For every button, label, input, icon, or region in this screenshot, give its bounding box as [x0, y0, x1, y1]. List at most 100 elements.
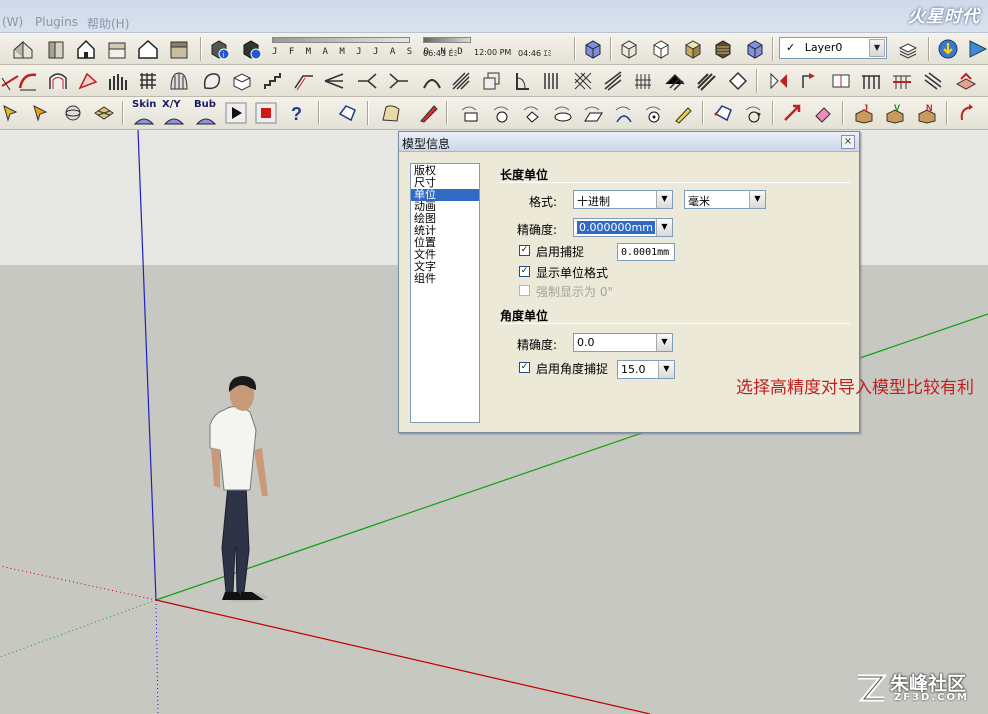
- enable-snap-checkbox[interactable]: ✓: [519, 245, 530, 256]
- orange-pointer-icon[interactable]: [30, 102, 52, 124]
- outline-shape-icon[interactable]: [336, 102, 358, 124]
- extrude-face-icon[interactable]: [480, 70, 502, 92]
- play-share-icon[interactable]: [966, 38, 988, 60]
- force-inches-checkbox[interactable]: [519, 285, 530, 296]
- slanted-lines-icon[interactable]: [922, 70, 944, 92]
- columns-tool-icon[interactable]: [107, 70, 129, 92]
- model-info-icon[interactable]: i: [208, 38, 230, 60]
- sphere-icon[interactable]: [62, 102, 84, 124]
- refresh-face-icon[interactable]: [743, 102, 765, 124]
- window-frame-icon[interactable]: [830, 70, 852, 92]
- rect-from-face-icon[interactable]: [459, 102, 481, 124]
- fan-lines-icon[interactable]: [323, 70, 345, 92]
- menu-item-window[interactable]: (W): [2, 15, 23, 29]
- entity-info-icon[interactable]: [240, 38, 262, 60]
- outline-face-icon[interactable]: [712, 102, 734, 124]
- shaded-cube-icon[interactable]: [682, 38, 704, 60]
- box-tool-icon[interactable]: [231, 70, 253, 92]
- fence-tool-icon[interactable]: [633, 70, 655, 92]
- chevron-down-icon[interactable]: ▼: [869, 39, 885, 57]
- shape-tool-icon[interactable]: [201, 70, 223, 92]
- diamond-frame-icon[interactable]: [727, 70, 749, 92]
- person-figure[interactable]: [209, 376, 268, 602]
- house-iso-icon[interactable]: [12, 38, 34, 60]
- roof-tool-icon[interactable]: [293, 70, 315, 92]
- polygon-from-face-icon[interactable]: [521, 102, 543, 124]
- angle-snap-select[interactable]: 15.0 ▼: [617, 360, 675, 379]
- circle-from-face-icon[interactable]: [491, 102, 513, 124]
- chevron-down-icon[interactable]: ▼: [656, 191, 672, 208]
- diagonal-planks-icon[interactable]: [696, 70, 718, 92]
- hidden-line-cube-icon[interactable]: [650, 38, 672, 60]
- chevron-down-icon[interactable]: ▼: [656, 219, 672, 236]
- dialog-titlebar[interactable]: 模型信息 ×: [399, 132, 859, 152]
- format-select[interactable]: 十进制 ▼: [573, 190, 673, 209]
- flatten-icon[interactable]: [93, 102, 115, 124]
- chevron-down-icon[interactable]: ▼: [658, 361, 674, 378]
- plate-tool-icon[interactable]: [955, 70, 977, 92]
- layer-dropdown[interactable]: ✓ Layer0 ▼: [779, 37, 887, 59]
- split-lines-icon[interactable]: [356, 70, 378, 92]
- surface-tool-icon[interactable]: [77, 70, 99, 92]
- pointer-icon[interactable]: [0, 102, 22, 124]
- precision-select[interactable]: 0.000000mm ▼: [573, 218, 673, 237]
- box-n-icon[interactable]: N: [916, 102, 938, 124]
- help-icon[interactable]: ?: [286, 102, 308, 124]
- circle-target-icon[interactable]: [643, 102, 665, 124]
- menu-item-help[interactable]: 帮助(H): [87, 15, 129, 32]
- shadow-date-slider[interactable]: J F M A M J J A S O N D: [272, 37, 463, 63]
- category-list[interactable]: 版权 尺寸 单位 动画 绘图 统计 位置 文件 文字 组件: [410, 163, 480, 423]
- show-unit-format-checkbox[interactable]: ✓: [519, 266, 530, 277]
- bubble-tool-icon[interactable]: [195, 108, 217, 130]
- dome-tool-icon[interactable]: [168, 70, 190, 92]
- mirror-tool-icon[interactable]: [768, 70, 790, 92]
- chevron-down-icon[interactable]: ▼: [749, 191, 765, 208]
- wireframe-cube-icon[interactable]: [618, 38, 640, 60]
- house-front-icon[interactable]: [45, 38, 67, 60]
- box-j-icon[interactable]: J: [853, 102, 875, 124]
- skin-tool-icon[interactable]: [133, 108, 155, 130]
- grid-pillars-icon[interactable]: [137, 70, 159, 92]
- red-railing-icon[interactable]: [891, 70, 913, 92]
- shadow-date-bar[interactable]: [272, 37, 410, 43]
- box-v-icon[interactable]: V: [884, 102, 906, 124]
- parallelogram-icon[interactable]: [582, 102, 604, 124]
- hatch-tool-icon[interactable]: [450, 70, 472, 92]
- freehand-face-icon[interactable]: [380, 102, 402, 124]
- louver-tool-icon[interactable]: [541, 70, 563, 92]
- eraser-icon[interactable]: [812, 102, 834, 124]
- layer-manager-icon[interactable]: [897, 38, 919, 60]
- move-arrow-icon[interactable]: [781, 102, 803, 124]
- unit-select[interactable]: 毫米 ▼: [684, 190, 766, 209]
- ellipse-from-face-icon[interactable]: [552, 102, 574, 124]
- profile-tool-icon[interactable]: [511, 70, 533, 92]
- house-back-icon[interactable]: [137, 38, 159, 60]
- xray-cube-icon[interactable]: [582, 38, 604, 60]
- snap-length-input[interactable]: 0.0001mm: [617, 243, 675, 261]
- red-pen-icon[interactable]: [418, 102, 440, 124]
- house-outline-icon[interactable]: [75, 38, 97, 60]
- menu-item-plugins[interactable]: Plugins: [35, 15, 78, 29]
- grille-tool-icon[interactable]: [664, 70, 686, 92]
- merge-lines-icon[interactable]: [388, 70, 410, 92]
- play-icon[interactable]: [225, 102, 247, 124]
- house-side-icon[interactable]: [106, 38, 128, 60]
- close-button[interactable]: ×: [841, 135, 855, 149]
- stop-icon[interactable]: [255, 102, 277, 124]
- category-item-components[interactable]: 组件: [411, 273, 479, 285]
- railing-tool-icon[interactable]: [860, 70, 882, 92]
- chevron-down-icon[interactable]: ▼: [656, 334, 672, 351]
- curve-tool-icon[interactable]: [17, 70, 39, 92]
- time-bar[interactable]: [423, 37, 471, 43]
- xy-tool-icon[interactable]: [163, 108, 185, 130]
- textured-cube-icon[interactable]: [712, 38, 734, 60]
- warehouse-download-icon[interactable]: [937, 38, 959, 60]
- crosshatch-icon[interactable]: [572, 70, 594, 92]
- arch-tool-icon[interactable]: [47, 70, 69, 92]
- bend-tool-icon[interactable]: [421, 70, 443, 92]
- slope-lines-icon[interactable]: [602, 70, 624, 92]
- house-bottom-icon[interactable]: [168, 38, 190, 60]
- pencil-face-icon[interactable]: [673, 102, 695, 124]
- stair-tool-icon[interactable]: [262, 70, 284, 92]
- enable-angle-snap-checkbox[interactable]: ✓: [519, 362, 530, 373]
